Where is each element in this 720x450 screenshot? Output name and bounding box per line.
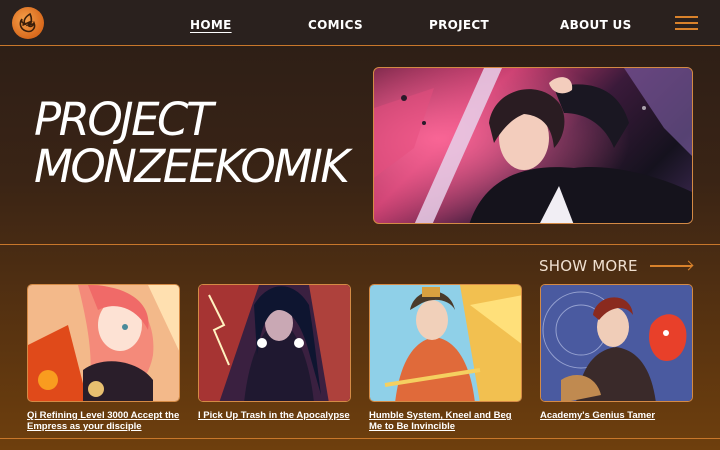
hero-title: PROJECT MONZEEKOMIK	[34, 96, 364, 190]
comic-title[interactable]: Qi Refining Level 3000 Accept the Empres…	[27, 410, 180, 432]
comic-card[interactable]: Humble System, Kneel and Beg Me to Be In…	[369, 284, 522, 432]
top-navigation-bar: HOME COMICS PROJECT ABOUT US	[0, 0, 720, 46]
comic-cover-image[interactable]	[369, 284, 522, 402]
nav-link-home[interactable]: HOME	[190, 18, 232, 32]
comic-cover-image[interactable]	[27, 284, 180, 402]
show-more-label: SHOW MORE	[539, 257, 638, 275]
comic-cover-image[interactable]	[198, 284, 351, 402]
nav-link-about-us[interactable]: ABOUT US	[560, 18, 632, 32]
comic-cover-image[interactable]	[540, 284, 693, 402]
hero-banner-image[interactable]	[373, 67, 693, 224]
hamburger-menu-icon[interactable]	[675, 16, 698, 30]
hero-title-line-2: MONZEEKOMIK	[34, 140, 350, 193]
nav-link-project[interactable]: PROJECT	[429, 18, 489, 32]
show-more-link[interactable]: SHOW MORE	[539, 257, 692, 275]
flame-logo-icon[interactable]	[12, 7, 44, 39]
comic-title[interactable]: Academy's Genius Tamer	[540, 410, 693, 421]
nav-link-comics[interactable]: COMICS	[308, 18, 363, 32]
comic-card[interactable]: Qi Refining Level 3000 Accept the Empres…	[27, 284, 180, 432]
footer-divider	[0, 438, 720, 439]
arrow-right-icon	[649, 265, 692, 267]
section-divider	[0, 244, 720, 245]
comic-card[interactable]: Academy's Genius Tamer	[540, 284, 693, 421]
comic-card[interactable]: I Pick Up Trash in the Apocalypse	[198, 284, 351, 421]
comic-title[interactable]: I Pick Up Trash in the Apocalypse	[198, 410, 351, 421]
hero-title-line-1: PROJECT	[34, 93, 213, 146]
comic-title[interactable]: Humble System, Kneel and Beg Me to Be In…	[369, 410, 522, 432]
